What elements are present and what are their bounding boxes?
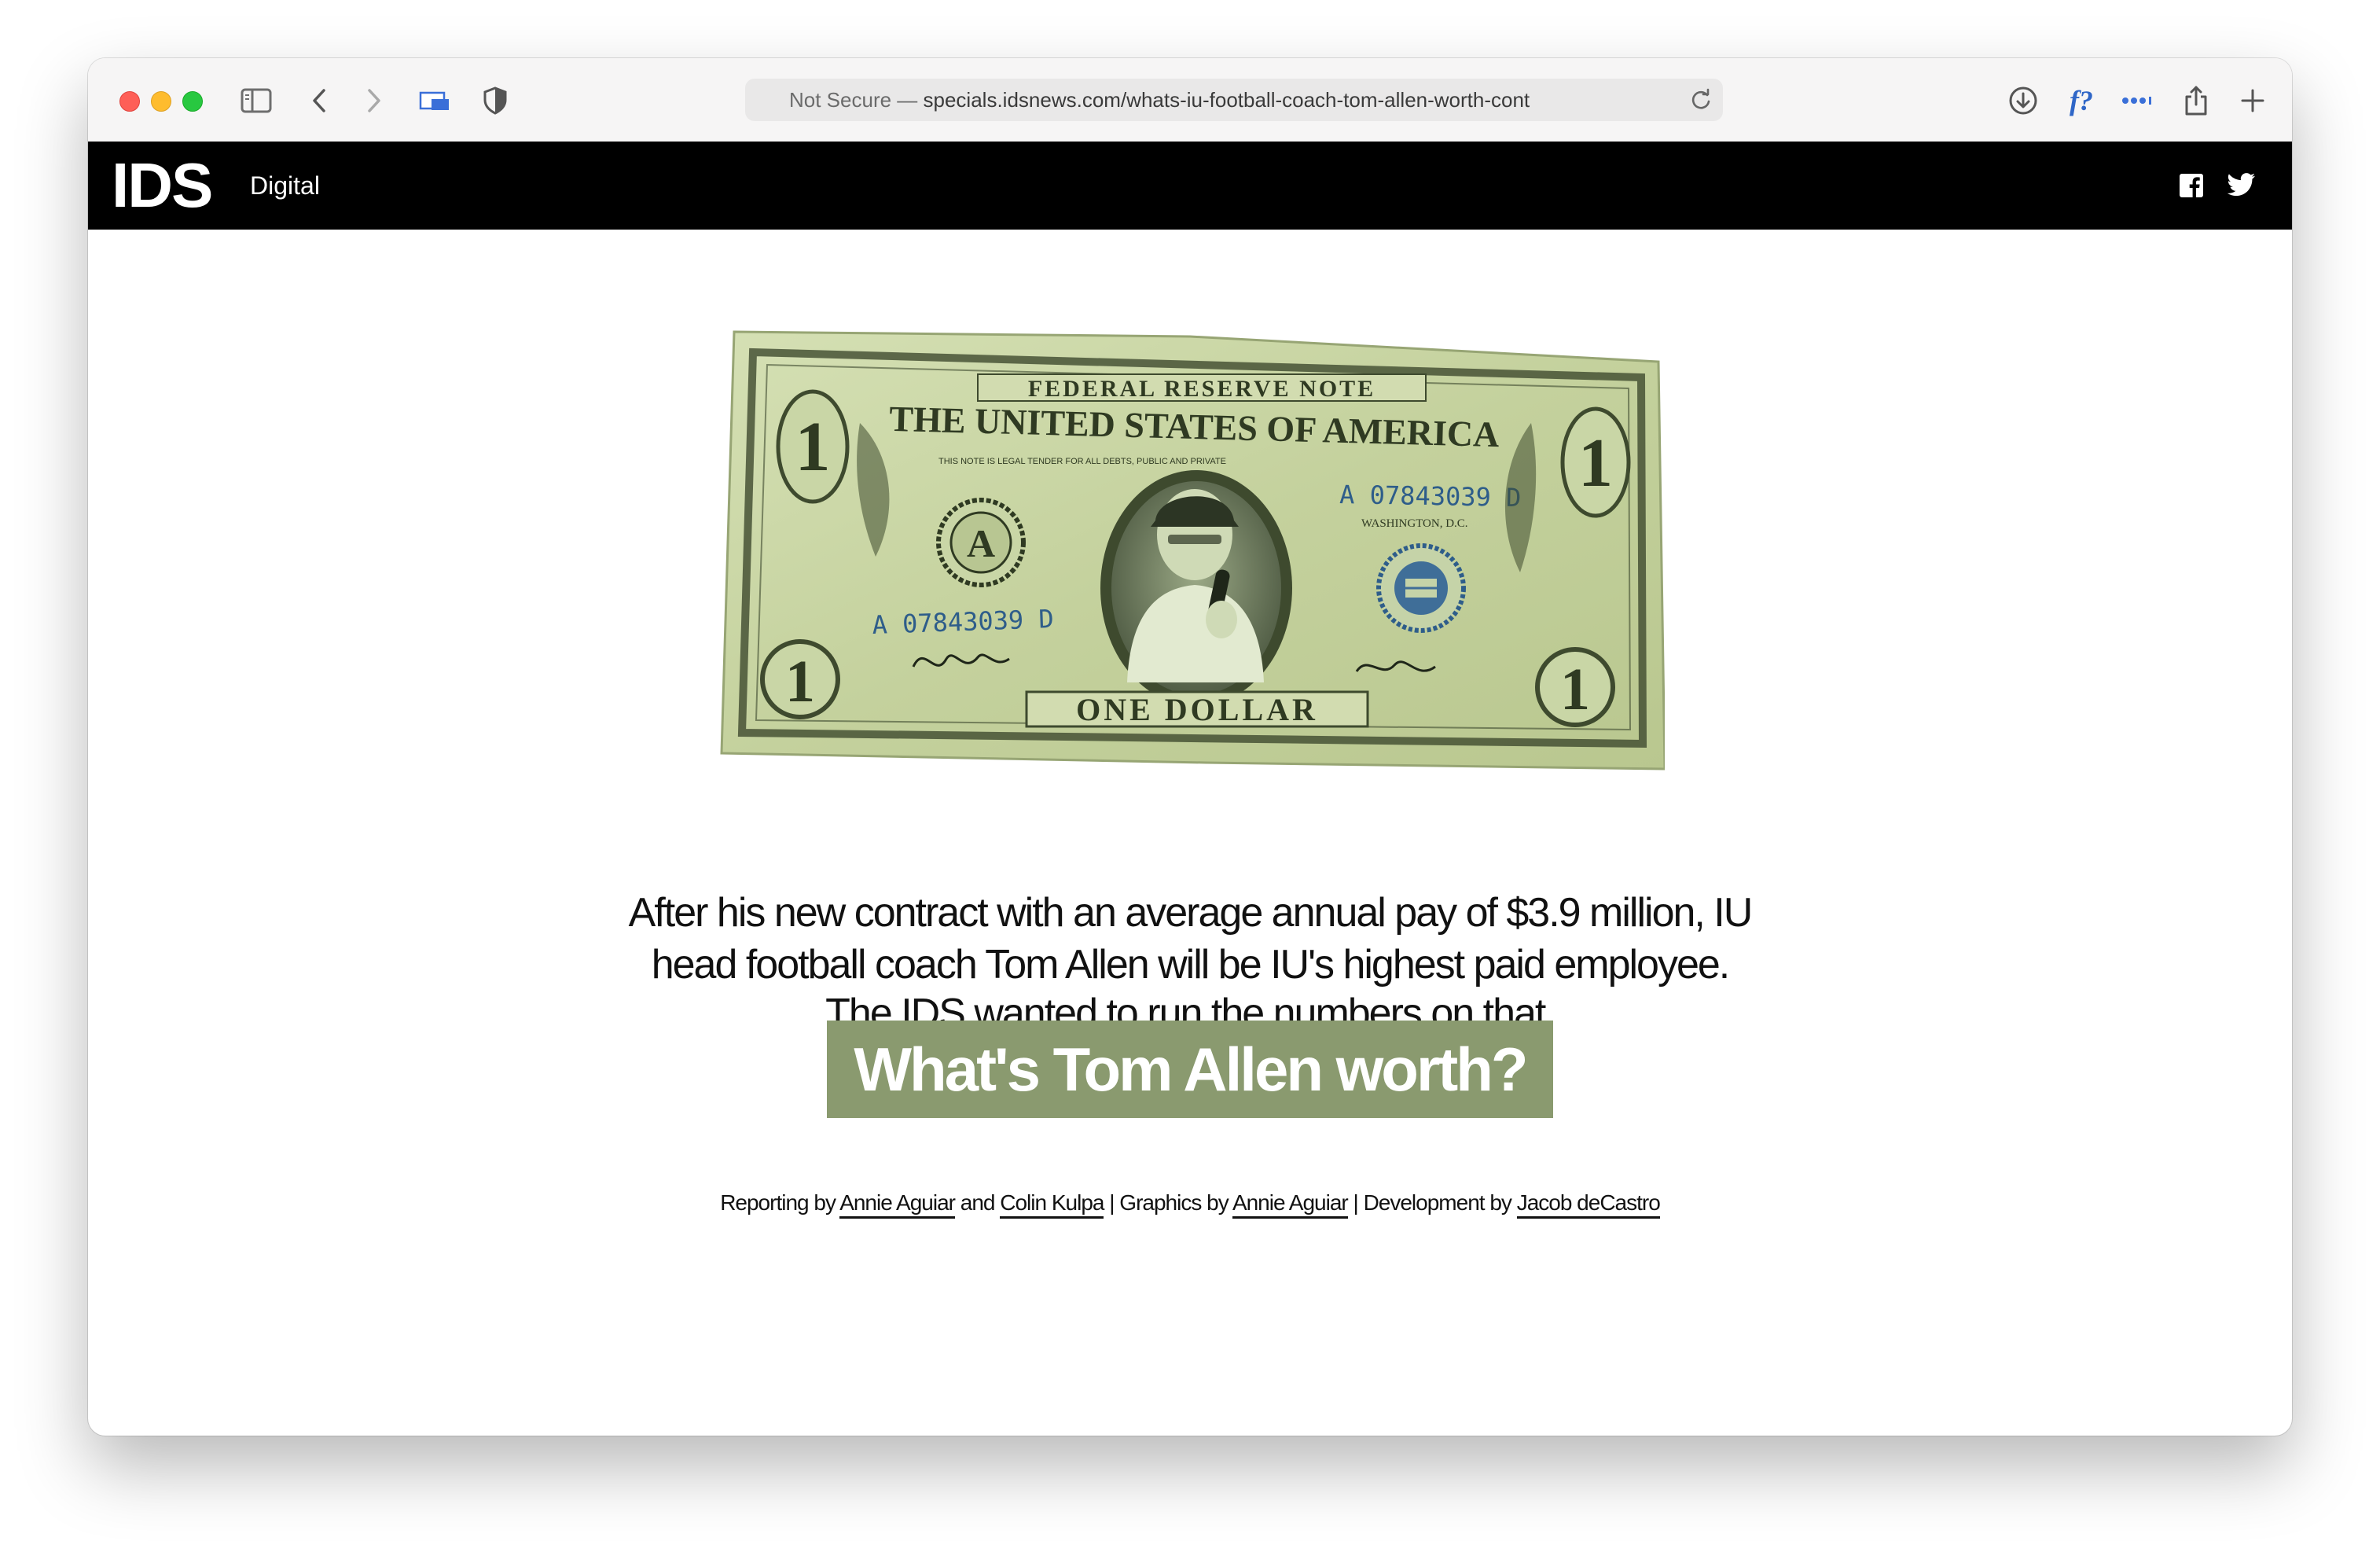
url-text[interactable]: Not Secure — specials.idsnews.com/whats-… (789, 79, 1607, 121)
graphics-label: | Graphics by (1104, 1190, 1232, 1215)
sidebar-icon[interactable] (237, 82, 275, 120)
bill-numeral-right: 1 (1578, 425, 1613, 502)
reporter-link-colin-kulpa[interactable]: Colin Kulpa (1000, 1190, 1104, 1219)
bill-seal-letter: A (967, 521, 995, 565)
bill-banner-text: FEDERAL RESERVE NOTE (1028, 376, 1375, 402)
new-tab-icon[interactable] (2234, 82, 2272, 120)
more-icon[interactable] (2119, 82, 2157, 120)
graphics-link-annie-aguiar[interactable]: Annie Aguiar (1232, 1190, 1349, 1219)
dollar-bill-svg: FEDERAL RESERVE NOTE THE UNITED STATES O… (720, 330, 1666, 770)
ids-logo[interactable]: IDS (112, 153, 213, 219)
bill-numeral-left: 1 (795, 408, 831, 486)
development-label: | Development by (1347, 1190, 1517, 1215)
url-value: specials.idsnews.com/whats-iu-football-c… (923, 88, 1530, 112)
bill-serial-left: A 07843039 D (872, 604, 1054, 640)
reporting-label: Reporting by (720, 1190, 840, 1215)
formula-extension-icon[interactable]: f? (2062, 82, 2100, 120)
security-label: Not Secure — (789, 88, 924, 112)
whats-tom-allen-worth-button[interactable]: What's Tom Allen worth? (827, 1021, 1553, 1118)
logo-subtitle[interactable]: Digital (250, 168, 320, 203)
facebook-icon[interactable] (2179, 173, 2204, 198)
intro-line-2: head football coach Tom Allen will be IU… (651, 942, 1731, 987)
zoom-window-button[interactable] (182, 91, 203, 112)
browser-toolbar: Not Secure — specials.idsnews.com/whats-… (88, 58, 2292, 142)
formula-extension-label: f? (2070, 85, 2093, 116)
tab-overview-icon[interactable] (417, 82, 454, 120)
address-bar[interactable]: Not Secure — specials.idsnews.com/whats-… (745, 79, 1723, 121)
bill-tender-text: THIS NOTE IS LEGAL TENDER FOR ALL DEBTS,… (938, 457, 1226, 466)
dollar-bill-illustration: FEDERAL RESERVE NOTE THE UNITED STATES O… (718, 329, 1666, 777)
browser-window: Not Secure — specials.idsnews.com/whats-… (88, 58, 2292, 1436)
reporter-link-annie-aguiar[interactable]: Annie Aguiar (839, 1190, 956, 1219)
download-icon[interactable] (2004, 82, 2042, 120)
bill-denomination-text: ONE DOLLAR (1076, 692, 1318, 727)
site-header: IDS Digital (88, 142, 2292, 230)
bill-serial-right: A 07843039 D (1339, 480, 1522, 513)
twitter-icon[interactable] (2227, 173, 2255, 198)
bill-location-text: WASHINGTON, D.C. (1361, 517, 1468, 530)
credits-line: Reporting by Annie Aguiar and Colin Kulp… (88, 1186, 2292, 1220)
bill-numeral-bottom-left: 1 (785, 649, 815, 715)
share-icon[interactable] (2177, 82, 2215, 120)
minimize-window-button[interactable] (151, 91, 171, 112)
forward-icon[interactable] (355, 82, 393, 120)
and-label: and (954, 1190, 1001, 1215)
reload-icon[interactable] (1688, 87, 1713, 112)
developer-link-jacob-decastro[interactable]: Jacob deCastro (1516, 1190, 1661, 1219)
close-window-button[interactable] (119, 91, 140, 112)
shield-icon[interactable] (476, 82, 514, 120)
back-icon[interactable] (300, 82, 338, 120)
intro-line-1: After his new contract with an average a… (628, 890, 1754, 936)
bill-numeral-bottom-right: 1 (1560, 656, 1590, 723)
